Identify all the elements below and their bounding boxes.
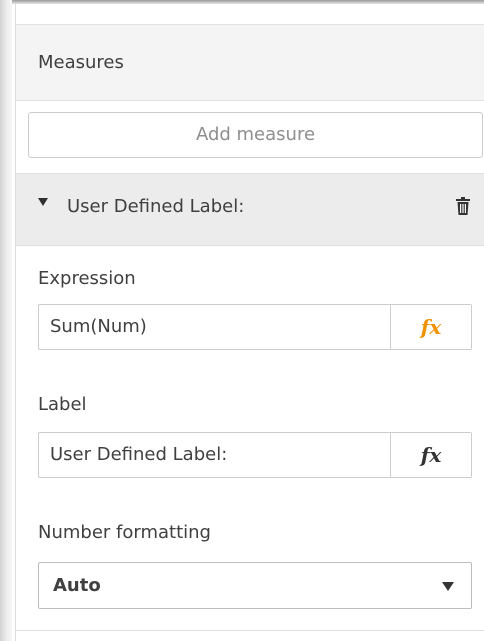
expression-fx-button[interactable]: fx xyxy=(390,305,471,349)
fx-icon: fx xyxy=(420,443,442,467)
number-formatting-value: Auto xyxy=(53,575,101,596)
measure-item-title: User Defined Label: xyxy=(67,196,245,217)
number-formatting-label: Number formatting xyxy=(38,522,211,543)
label-fx-button[interactable]: fx xyxy=(390,433,471,477)
section-divider xyxy=(16,630,484,631)
measures-section-header[interactable]: Measures xyxy=(16,25,484,101)
caret-down-icon[interactable] xyxy=(38,198,48,206)
add-measure-button[interactable]: Add measure xyxy=(28,112,483,158)
expression-label: Expression xyxy=(38,268,136,289)
number-formatting-select[interactable]: Auto xyxy=(38,562,472,609)
measures-section-title: Measures xyxy=(38,52,124,73)
label-field-label: Label xyxy=(38,394,87,415)
expression-input-group: Sum(Num) fx xyxy=(38,304,472,350)
expression-input[interactable]: Sum(Num) xyxy=(50,305,147,349)
label-input-group: User Defined Label: fx xyxy=(38,432,472,478)
trash-icon[interactable] xyxy=(456,197,470,215)
window-left-edge xyxy=(0,0,12,641)
fx-icon: fx xyxy=(420,315,442,339)
measure-item-header[interactable]: User Defined Label: xyxy=(16,173,484,246)
panel-top-strip xyxy=(16,4,484,25)
label-input[interactable]: User Defined Label: xyxy=(50,433,227,477)
chevron-down-icon xyxy=(442,582,454,591)
properties-panel: Measures Add measure User Defined Label:… xyxy=(15,4,484,641)
properties-window: Measures Add measure User Defined Label:… xyxy=(0,0,484,641)
